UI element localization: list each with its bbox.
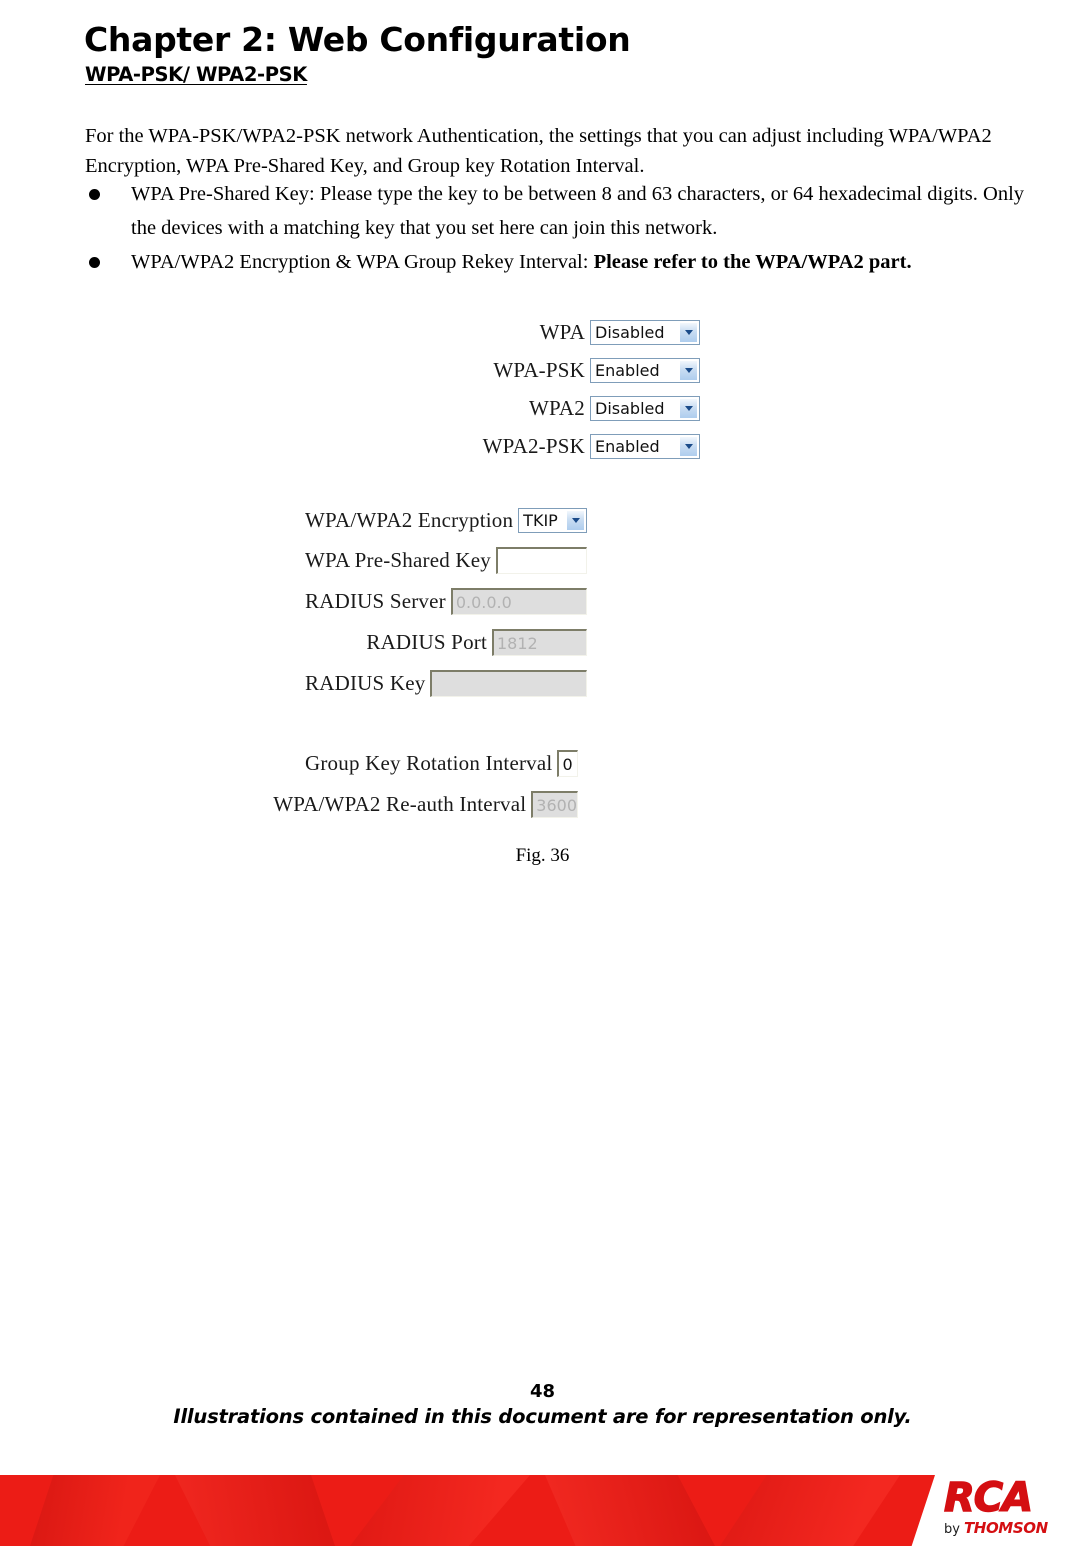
label-wpa-wpa2-encryption: WPA/WPA2 Encryption [305,508,514,532]
label-wpa-wpa2-reauth-interval: WPA/WPA2 Re-auth Interval [273,792,527,816]
select-wpa2-psk-value: Enabled [595,437,660,456]
chevron-down-icon[interactable] [566,510,585,531]
label-radius-port: RADIUS Port [366,630,487,654]
field-row-reauth-interval: WPA/WPA2 Re-auth Interval 3600 [273,791,578,818]
input-radius-port[interactable]: 1812 [492,629,587,656]
field-row-encryption: WPA/WPA2 Encryption TKIP [305,508,587,533]
chevron-down-icon[interactable] [679,436,698,457]
input-radius-key[interactable] [430,670,587,697]
rca-thomson-logo: RCA by THOMSON [943,1475,1079,1540]
label-wpa-psk: WPA-PSK [493,358,585,382]
label-wpa2: WPA2 [528,396,585,420]
footer-red-banner [0,1475,935,1546]
select-wpa-psk-value: Enabled [595,361,660,380]
field-row-pre-shared-key: WPA Pre-Shared Key [305,547,587,574]
select-encryption-value: TKIP [523,511,558,530]
label-group-key-rotation-interval: Group Key Rotation Interval [305,751,553,775]
logo-subline: by THOMSON [944,1519,1079,1537]
select-wpa2-psk[interactable]: Enabled [590,434,700,459]
page-number: 48 [529,1381,556,1402]
section-heading: WPA-PSK/ WPA2-PSK [85,63,307,86]
chevron-down-icon[interactable] [679,322,698,343]
label-radius-key: RADIUS Key [305,671,426,695]
field-row-wpa: WPA Disabled [305,320,700,345]
chevron-down-icon[interactable] [679,398,698,419]
logo-by-text: by [944,1522,960,1537]
list-item: WPA Pre-Shared Key: Please type the key … [85,177,1045,245]
field-row-radius-key: RADIUS Key [305,670,587,697]
label-radius-server: RADIUS Server [305,589,446,613]
router-config-screenshot: WPA Disabled WPA-PSK Enabled WPA2 Disabl… [273,298,930,833]
input-reauth-interval-value: 3600 [536,795,577,815]
rca-wordmark: RCA [943,1475,1034,1521]
page-title: Chapter 2: Web Configuration [84,20,631,60]
label-wpa-pre-shared-key: WPA Pre-Shared Key [305,548,491,572]
input-wpa-pre-shared-key[interactable] [495,547,587,574]
field-row-group-key-rotation: Group Key Rotation Interval 0 [305,750,578,777]
select-wpa-value: Disabled [595,323,665,342]
label-wpa2-psk: WPA2-PSK [482,434,585,458]
list-item-emphasis: Please refer to the WPA/WPA2 part. [593,251,912,273]
label-wpa: WPA [539,320,585,344]
bullet-list: WPA Pre-Shared Key: Please type the key … [85,177,1045,279]
thomson-wordmark: THOMSON [963,1519,1048,1537]
input-group-key-rotation-value: 0 [562,754,573,774]
footer-disclaimer: Illustrations contained in this document… [173,1405,912,1428]
field-row-wpa2: WPA2 Disabled [305,396,700,421]
list-item-text: WPA Pre-Shared Key: Please type the key … [131,183,1025,239]
field-row-radius-port: RADIUS Port 1812 [305,629,587,656]
bullet-dot-icon [89,189,100,200]
field-row-wpa2-psk: WPA2-PSK Enabled [305,434,700,459]
figure-caption: Fig. 36 [515,845,570,866]
bullet-dot-icon [89,257,100,268]
list-item-text: WPA/WPA2 Encryption & WPA Group Rekey In… [131,251,594,273]
select-wpa[interactable]: Disabled [590,320,700,345]
intro-paragraph: For the WPA-PSK/WPA2-PSK network Authent… [85,124,992,177]
field-row-wpa-psk: WPA-PSK Enabled [305,358,700,383]
select-wpa2[interactable]: Disabled [590,396,700,421]
input-group-key-rotation-interval[interactable]: 0 [557,750,578,777]
select-wpa-psk[interactable]: Enabled [590,358,700,383]
chevron-down-icon[interactable] [679,360,698,381]
input-wpa-wpa2-reauth-interval[interactable]: 3600 [531,791,578,818]
input-radius-port-value: 1812 [497,633,538,653]
select-wpa2-value: Disabled [595,399,665,418]
input-radius-server-value: 0.0.0.0 [455,592,512,612]
document-page: Chapter 2: Web Configuration WPA-PSK/ WP… [0,0,1085,1546]
field-row-radius-server: RADIUS Server 0.0.0.0 [305,588,587,615]
select-wpa-wpa2-encryption[interactable]: TKIP [518,508,587,533]
input-radius-server[interactable]: 0.0.0.0 [450,588,587,615]
list-item: WPA/WPA2 Encryption & WPA Group Rekey In… [85,245,1045,279]
